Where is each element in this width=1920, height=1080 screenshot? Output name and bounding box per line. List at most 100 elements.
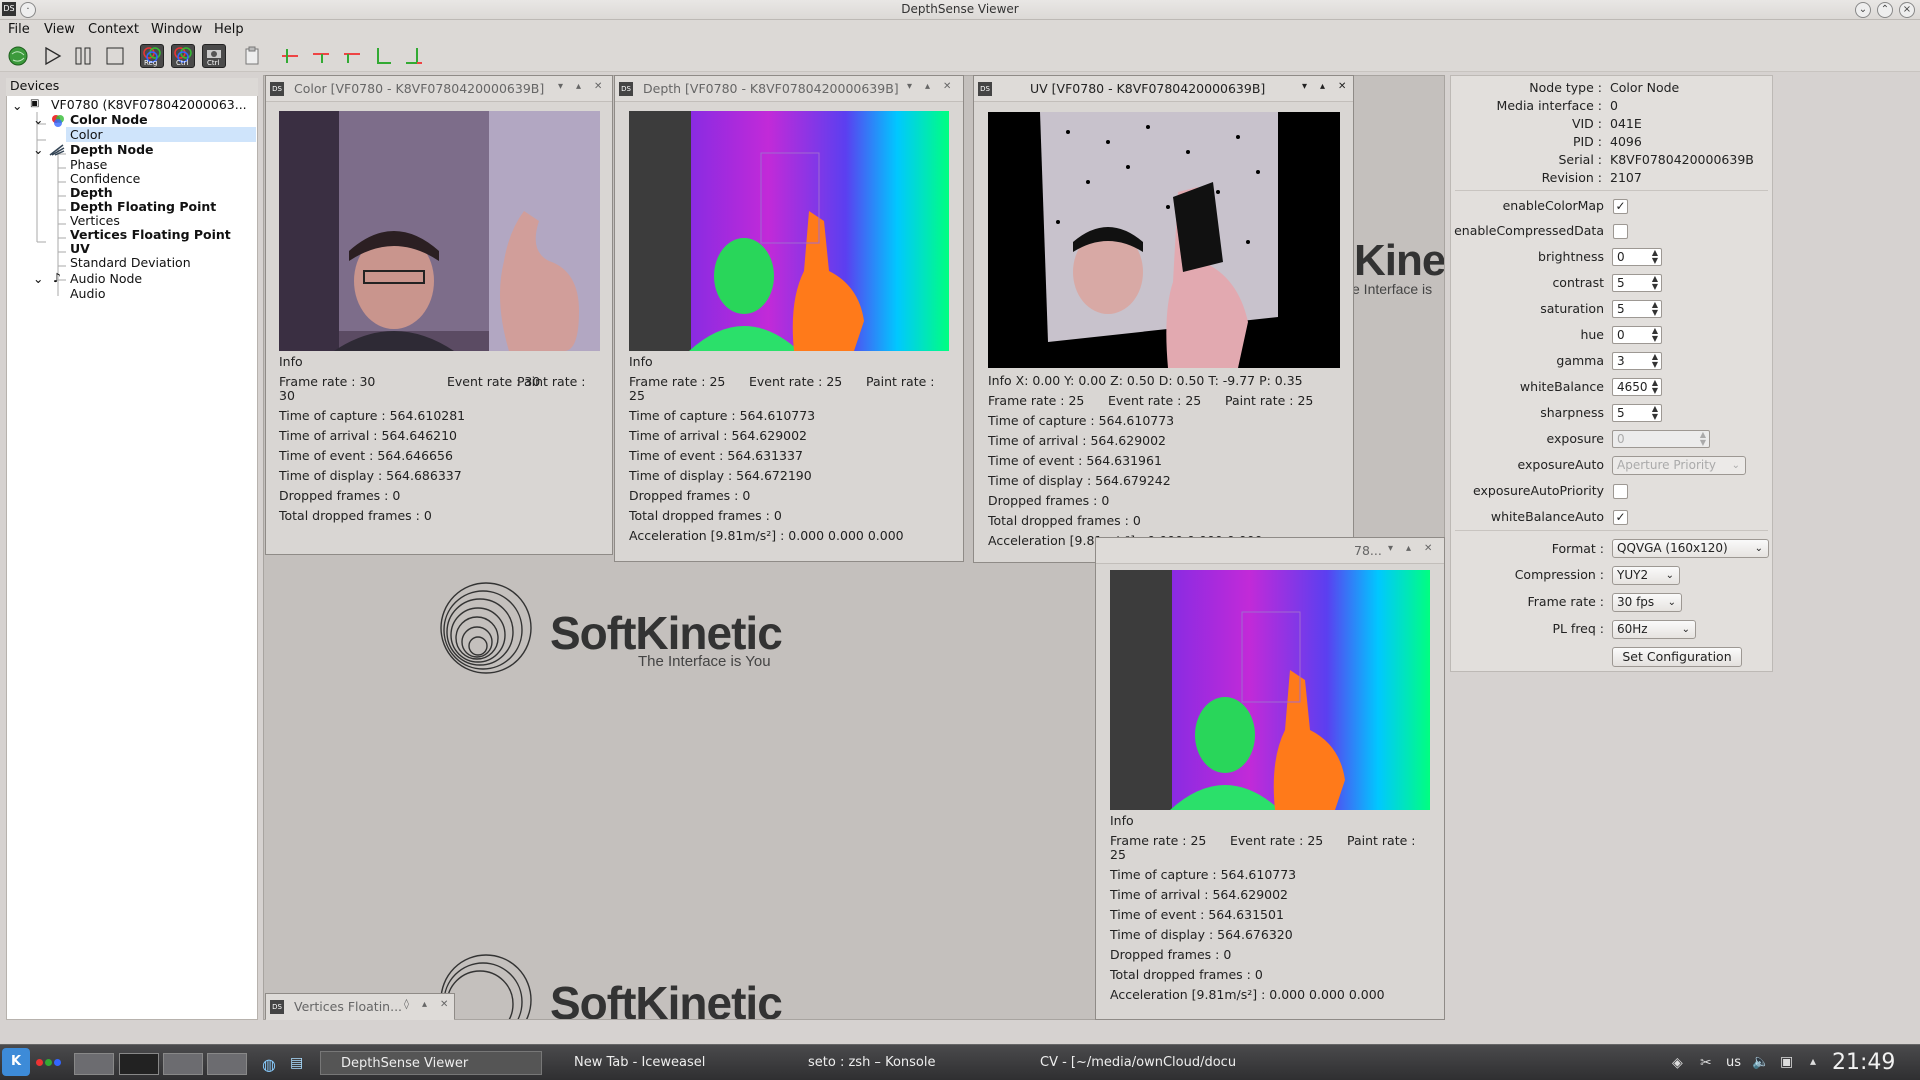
tree-depth[interactable]: Depth (70, 185, 113, 200)
axis-button-5[interactable] (402, 44, 426, 68)
axis-button-4[interactable] (371, 44, 395, 68)
menu-context[interactable]: Context (88, 22, 139, 37)
tree-standard-deviation[interactable]: Standard Deviation (70, 255, 191, 270)
set-configuration-button[interactable]: Set Configuration (1612, 647, 1742, 667)
connect-button[interactable] (6, 44, 30, 68)
axis-button-1[interactable] (278, 44, 302, 68)
tree-phase[interactable]: Phase (70, 157, 107, 172)
spin-arrows-icon[interactable]: ▲ ▼ (1652, 249, 1658, 265)
tree-depth-node[interactable]: Depth Node (70, 142, 154, 157)
desktop-pager-3[interactable] (163, 1053, 203, 1075)
expand-arrow-icon[interactable]: ⌄ (33, 142, 43, 157)
restore-icon[interactable]: ◊ (404, 999, 409, 1010)
tree-audio-node[interactable]: Audio Node (70, 271, 142, 286)
frame-rate-dropdown[interactable]: 30 fps ⌄ (1612, 593, 1682, 612)
task-depthsense-viewer[interactable]: DepthSense Viewer (320, 1051, 542, 1075)
stop-button[interactable] (103, 44, 127, 68)
spin-arrows-icon[interactable]: ▲ ▼ (1652, 327, 1658, 343)
saturation-spinbox[interactable]: 5 ▲ ▼ (1612, 300, 1662, 318)
format-dropdown[interactable]: QQVGA (160x120) ⌄ (1612, 539, 1769, 558)
clipboard-button[interactable] (240, 44, 264, 68)
close-icon[interactable]: ✕ (594, 81, 602, 92)
enable-compressed-data-checkbox[interactable] (1613, 224, 1628, 239)
chevron-up-icon[interactable]: ▴ (925, 81, 930, 92)
close-icon[interactable]: ✕ (1338, 81, 1346, 92)
globe-icon[interactable]: ◍ (262, 1055, 276, 1074)
spin-arrows-icon[interactable]: ▲ ▼ (1652, 353, 1658, 369)
color-ctrl-button[interactable]: Ctrl (171, 44, 195, 68)
tree-confidence[interactable]: Confidence (70, 171, 140, 186)
chevron-down-icon[interactable]: ▾ (1388, 543, 1393, 554)
minimize-icon[interactable]: ⌄ (1855, 2, 1871, 18)
chevron-up-icon[interactable]: ▴ (1406, 543, 1411, 554)
compression-dropdown[interactable]: YUY2 ⌄ (1612, 566, 1680, 585)
spin-arrows-icon[interactable]: ▲ ▼ (1652, 301, 1658, 317)
depth2-camera-view[interactable] (1110, 570, 1430, 810)
maximize-icon[interactable]: ⌃ (1877, 2, 1893, 18)
close-icon[interactable]: ✕ (440, 999, 448, 1010)
keyboard-layout[interactable]: us (1726, 1051, 1741, 1075)
tree-audio[interactable]: Audio (70, 286, 106, 301)
tree-vertices-floating-point[interactable]: Vertices Floating Point (70, 227, 231, 242)
enable-color-map-checkbox[interactable]: ✓ (1613, 199, 1628, 214)
spin-arrows-icon[interactable]: ▲ ▼ (1652, 275, 1658, 291)
gamma-spinbox[interactable]: 3 ▲ ▼ (1612, 352, 1662, 370)
uv-camera-view[interactable] (988, 112, 1340, 368)
chevron-up-icon[interactable]: ▴ (422, 999, 427, 1010)
tree-color-node[interactable]: Color Node (70, 112, 148, 127)
spin-arrows-icon[interactable]: ▲ ▼ (1652, 379, 1658, 395)
axis-button-2[interactable] (309, 44, 333, 68)
kde-menu-icon[interactable]: K (2, 1048, 30, 1076)
expand-arrow-icon[interactable]: ⌄ (33, 271, 43, 286)
desktop-pager-1[interactable] (74, 1053, 114, 1075)
play-button[interactable] (40, 44, 64, 68)
depth-ctrl-button[interactable]: Ctrl (202, 44, 226, 68)
menu-view[interactable]: View (44, 22, 75, 37)
exposure-auto-dropdown[interactable]: Aperture Priority ⌄ (1612, 456, 1746, 475)
close-icon[interactable]: ✕ (1424, 543, 1432, 554)
tray-icon[interactable]: ◈ (1672, 1055, 1683, 1071)
axis-button-3[interactable] (340, 44, 364, 68)
chevron-down-icon[interactable]: ▾ (907, 81, 912, 92)
sharpness-spinbox[interactable]: 5 ▲ ▼ (1612, 404, 1662, 422)
depth-camera-view[interactable] (629, 111, 949, 351)
exposure-spinbox[interactable]: 0 ▲ ▼ (1612, 430, 1710, 448)
chevron-up-icon[interactable]: ▴ (576, 81, 581, 92)
desktop-pager-4[interactable] (207, 1053, 247, 1075)
hue-spinbox[interactable]: 0 ▲ ▼ (1612, 326, 1662, 344)
exposure-auto-priority-checkbox[interactable] (1613, 484, 1628, 499)
tree-depth-floating-point[interactable]: Depth Floating Point (70, 199, 216, 214)
white-balance-spinbox[interactable]: 4650 ▲ ▼ (1612, 378, 1662, 396)
tree-uv[interactable]: UV (70, 241, 90, 256)
contrast-spinbox[interactable]: 5 ▲ ▼ (1612, 274, 1662, 292)
chevron-down-icon[interactable]: ▾ (558, 81, 563, 92)
expand-arrow-icon[interactable]: ⌄ (12, 98, 22, 113)
task-cv[interactable]: CV - [~/media/ownCloud/docu (1022, 1051, 1236, 1075)
brightness-spinbox[interactable]: 0 ▲ ▼ (1612, 248, 1662, 266)
tray-expand-icon[interactable]: ▴ (1810, 1054, 1816, 1068)
pause-button[interactable] (71, 44, 95, 68)
vertices-window-minimized[interactable]: DS Vertices Floatin... ◊ ▴ ✕ (265, 993, 455, 1020)
scissors-icon[interactable]: ✂ (1700, 1055, 1712, 1071)
pl-freq-dropdown[interactable]: 60Hz ⌄ (1612, 620, 1696, 639)
white-balance-auto-checkbox[interactable]: ✓ (1613, 510, 1628, 525)
tree-color[interactable]: Color (66, 127, 256, 142)
chevron-up-icon[interactable]: ▴ (1320, 81, 1325, 92)
tree-vertices[interactable]: Vertices (70, 213, 120, 228)
desktop-pager-2[interactable] (119, 1053, 159, 1075)
menu-window[interactable]: Window (151, 22, 202, 37)
close-icon[interactable]: ✕ (943, 81, 951, 92)
volume-icon[interactable]: 🔈 (1752, 1054, 1769, 1070)
spin-arrows-icon[interactable]: ▲ ▼ (1652, 405, 1658, 421)
menu-help[interactable]: Help (214, 22, 244, 37)
registration-button[interactable]: Reg (140, 44, 164, 68)
network-icon[interactable]: ▣ (1780, 1054, 1793, 1070)
color-camera-view[interactable] (279, 111, 600, 351)
menu-file[interactable]: File (8, 22, 30, 37)
tree-device-root[interactable]: VF0780 (K8VF078042000063... (51, 97, 247, 112)
file-manager-icon[interactable]: ▤ (290, 1055, 303, 1071)
spin-arrows-icon[interactable]: ▲ ▼ (1700, 431, 1706, 447)
chevron-down-icon[interactable]: ▾ (1302, 81, 1307, 92)
task-konsole[interactable]: seto : zsh – Konsole (790, 1051, 935, 1075)
task-iceweasel[interactable]: New Tab - Iceweasel (556, 1051, 705, 1075)
